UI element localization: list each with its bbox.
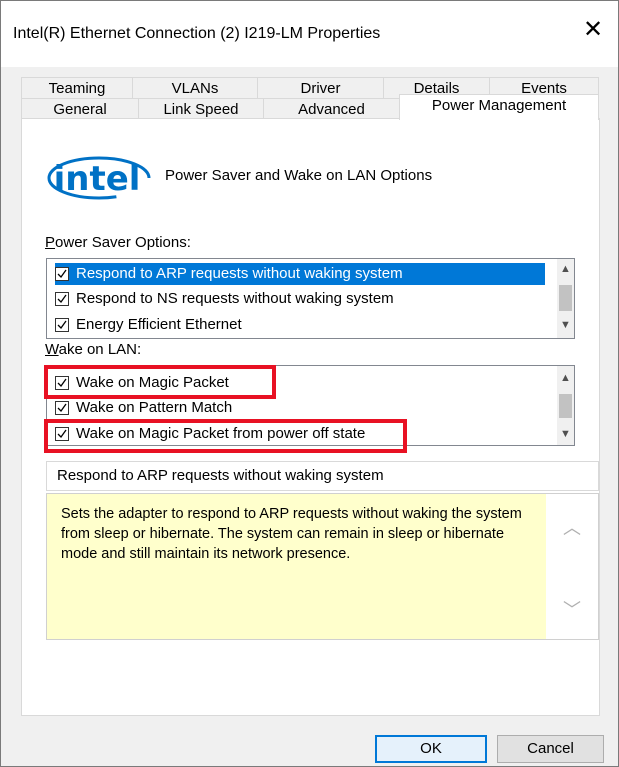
description-box: Sets the adapter to respond to ARP reque…: [46, 493, 599, 640]
power-saver-label: Power Saver Options:: [45, 234, 191, 251]
ok-button[interactable]: OK: [375, 735, 487, 763]
checkbox[interactable]: [55, 292, 69, 306]
list-item[interactable]: Respond to ARP requests without waking s…: [55, 263, 545, 285]
list-item-label: Respond to NS requests without waking sy…: [76, 290, 394, 307]
tab-advanced[interactable]: Advanced: [263, 98, 400, 120]
chevron-down-icon[interactable]: ▼: [557, 317, 574, 334]
status-text: Respond to ARP requests without waking s…: [46, 461, 599, 491]
list-item-label: Respond to ARP requests without waking s…: [76, 265, 403, 282]
tab-driver[interactable]: Driver: [257, 77, 384, 99]
checkmark-icon: [57, 269, 67, 279]
checkmark-icon: [57, 403, 67, 413]
close-icon[interactable]: ✕: [582, 18, 604, 42]
checkbox[interactable]: [55, 318, 69, 332]
tab-teaming[interactable]: Teaming: [21, 77, 133, 99]
tab-general[interactable]: General: [21, 98, 139, 120]
scroll-thumb[interactable]: [559, 285, 572, 311]
properties-dialog: Intel(R) Ethernet Connection (2) I219-LM…: [0, 0, 619, 767]
intel-logo: intel: [43, 153, 153, 203]
description-text: Sets the adapter to respond to ARP reque…: [61, 506, 522, 562]
window-title: Intel(R) Ethernet Connection (2) I219-LM…: [13, 25, 381, 42]
highlight-box: [44, 365, 276, 399]
scrollbar[interactable]: ▲ ▼: [557, 259, 574, 338]
checkmark-icon: [57, 320, 67, 330]
tab-power-management[interactable]: Power Management: [399, 94, 599, 120]
tab-vlans[interactable]: VLANs: [132, 77, 258, 99]
chevron-up-icon[interactable]: ︿: [554, 514, 590, 540]
checkmark-icon: [57, 294, 67, 304]
tab-link-speed[interactable]: Link Speed: [138, 98, 264, 120]
intel-logo-text: intel: [54, 159, 141, 199]
chevron-down-icon[interactable]: ▼: [557, 426, 574, 443]
list-item-label: Wake on Pattern Match: [76, 399, 233, 416]
highlight-box: [44, 419, 407, 453]
chevron-down-icon[interactable]: ﹀: [554, 596, 590, 622]
wake-on-lan-label: Wake on LAN:: [45, 341, 142, 358]
power-saver-list[interactable]: Respond to ARP requests without waking s…: [46, 258, 575, 339]
list-item-label: Energy Efficient Ethernet: [76, 316, 242, 333]
chevron-up-icon[interactable]: ▲: [557, 261, 574, 278]
chevron-up-icon[interactable]: ▲: [557, 370, 574, 387]
cancel-button[interactable]: Cancel: [497, 735, 604, 763]
title-bar: Intel(R) Ethernet Connection (2) I219-LM…: [1, 1, 618, 67]
checkbox[interactable]: [55, 267, 69, 281]
checkbox[interactable]: [55, 401, 69, 415]
description-scrollbar[interactable]: ︿ ﹀: [546, 494, 598, 639]
scrollbar[interactable]: ▲ ▼: [557, 366, 574, 445]
scroll-thumb[interactable]: [559, 394, 572, 418]
header-text: Power Saver and Wake on LAN Options: [165, 167, 433, 184]
